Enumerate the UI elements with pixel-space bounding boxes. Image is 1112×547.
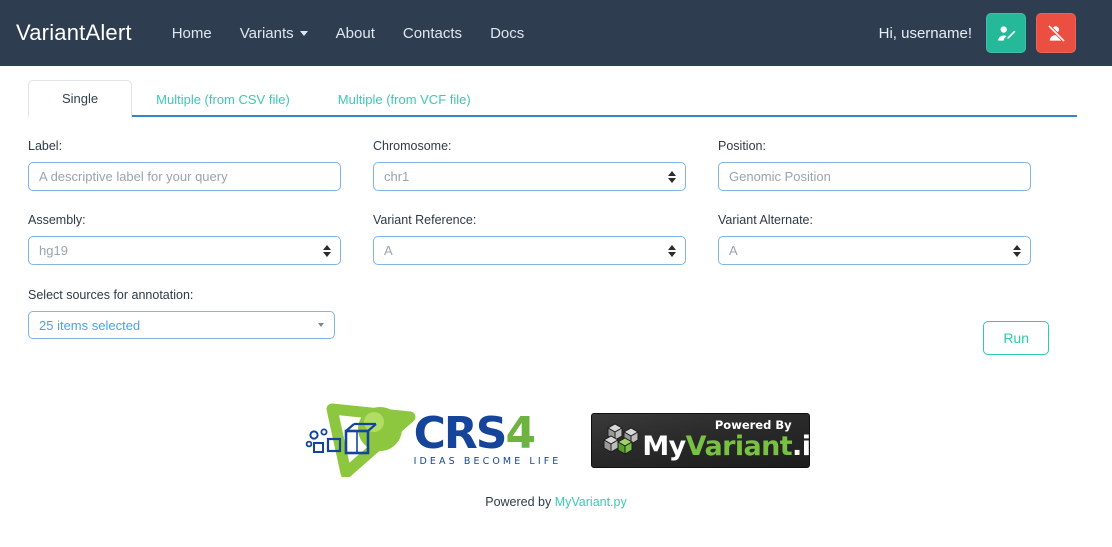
nav-link-contacts-label: Contacts [402,24,463,42]
assembly-field-caption: Assembly: [28,213,86,227]
form-panel: Label: A descriptive label for your quer… [0,139,1112,509]
edit-profile-button[interactable] [986,13,1026,53]
nav-links: Home Variants About Contacts Docs [158,17,539,50]
stepper-arrows-icon [1013,244,1021,257]
crs4-tagline: IDEAS BECOME LIFE [413,455,562,467]
assembly-select-value: hg19 [39,243,68,258]
label-input-placeholder: A descriptive label for your query [39,169,228,184]
assembly-select[interactable]: hg19 [28,236,341,265]
nav-link-variants-label: Variants [239,24,294,42]
nav-link-docs[interactable]: Docs [476,17,538,50]
footer-myvariantpy-link[interactable]: MyVariant.py [555,495,627,509]
sources-multiselect-value: 25 items selected [39,317,141,333]
nav-link-about-label: About [335,24,375,42]
logout-button[interactable] [1036,13,1076,53]
sources-field-caption: Select sources for annotation: [28,288,194,302]
nav-link-about[interactable]: About [322,17,389,50]
crs4-mark-icon [302,403,422,479]
field-variant-reference: Variant Reference: A [373,213,686,265]
crs4-logo: CRS4 IDEAS BECOME LIFE [302,403,562,479]
cube-cluster-icon [600,420,640,460]
position-field-caption: Position: [718,139,766,153]
form-row-1: Label: A descriptive label for your quer… [28,139,1084,191]
variant-alternate-select[interactable]: A [718,236,1031,265]
user-greeting: Hi, username! [878,24,972,42]
grid-gap [341,213,373,265]
grid-gap [686,139,718,191]
tab-multiple-vcf[interactable]: Multiple (from VCF file) [314,81,495,117]
crs4-wordmark: CRS4 IDEAS BECOME LIFE [413,411,562,467]
label-input[interactable]: A descriptive label for your query [28,162,341,191]
field-label: Label: A descriptive label for your quer… [28,139,341,191]
field-chromosome: Chromosome: chr1 [373,139,686,191]
stepper-arrows-icon [668,244,676,257]
myvariant-powered-by: Powered By [714,417,792,432]
crs4-word-main: CRS [413,407,508,459]
chevron-down-icon [318,323,324,327]
tab-list: Single Multiple (from CSV file) Multiple… [28,80,1077,118]
nav-link-variants[interactable]: Variants [226,17,322,50]
grid-gap [341,139,373,191]
stepper-arrows-icon [323,244,331,257]
variant-reference-field-caption: Variant Reference: [373,213,477,227]
stepper-arrows-icon [668,170,676,183]
form-row-2: Assembly: hg19 Variant Reference: A Vari… [28,213,1084,265]
variant-alternate-field-caption: Variant Alternate: [718,213,813,227]
position-input-placeholder: Genomic Position [729,169,831,184]
nav-link-home-label: Home [171,24,212,42]
variant-alternate-select-value: A [729,243,738,258]
nav-link-contacts[interactable]: Contacts [389,17,476,50]
field-assembly: Assembly: hg19 [28,213,341,265]
brand-logo[interactable]: VariantAlert [16,20,132,46]
tabs-container: Single Multiple (from CSV file) Multiple… [0,66,1112,118]
user-slash-icon [1047,24,1065,42]
myvariant-name-variant: Variant [685,431,793,463]
nav-link-home[interactable]: Home [158,17,226,50]
crs4-word: CRS4 [414,411,562,455]
grid-gap [686,213,718,265]
tab-single[interactable]: Single [28,80,133,118]
sources-multiselect[interactable]: 25 items selected [28,311,335,339]
myvariant-name-my: My [642,431,686,463]
chromosome-select-value: chr1 [384,169,410,184]
field-position: Position: Genomic Position [718,139,1031,191]
myvariant-info-badge[interactable]: Powered By MyVariant.info [591,412,811,468]
run-button[interactable]: Run [983,321,1049,355]
tab-multiple-csv[interactable]: Multiple (from CSV file) [132,81,314,117]
footer: Powered by MyVariant.py [28,495,1084,509]
chromosome-field-caption: Chromosome: [373,139,452,153]
myvariant-wordmark: Powered By MyVariant.info [642,417,811,463]
variant-reference-select-value: A [384,243,393,258]
navbar: VariantAlert Home Variants About Contact… [0,0,1112,66]
label-field-caption: Label: [28,139,63,153]
chromosome-select[interactable]: chr1 [373,162,686,191]
user-edit-icon [997,25,1015,41]
crs4-word-accent: 4 [505,407,536,459]
nav-link-docs-label: Docs [490,24,525,42]
variant-reference-select[interactable]: A [373,236,686,265]
chevron-down-icon [299,30,308,36]
logo-strip: CRS4 IDEAS BECOME LIFE Powered By MyVari… [28,403,1084,479]
footer-prefix: Powered by [485,495,552,509]
navbar-user-area: Hi, username! [879,13,1096,53]
field-variant-alternate: Variant Alternate: A [718,213,1031,265]
myvariant-name-info: .info [792,431,811,463]
position-input[interactable]: Genomic Position [718,162,1031,191]
myvariant-name: MyVariant.info [642,431,811,463]
